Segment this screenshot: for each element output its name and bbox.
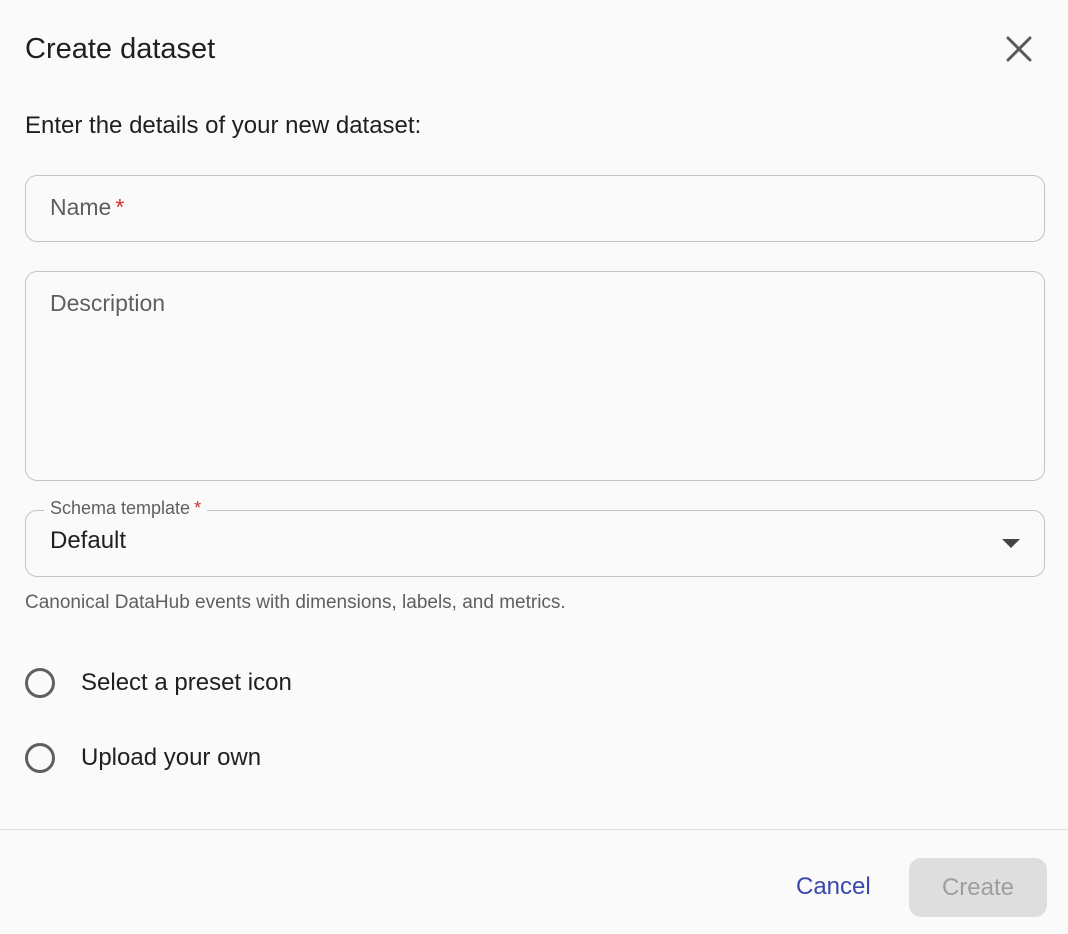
required-marker: * [194,498,202,518]
schema-template-helper: Canonical DataHub events with dimensions… [25,592,566,613]
create-dataset-dialog: Create dataset Enter the details of your… [0,0,1068,934]
radio-unchecked-icon[interactable] [25,668,55,698]
radio-option-preset-icon[interactable]: Select a preset icon [25,668,292,698]
schema-template-value: Default [50,527,127,554]
dialog-title: Create dataset [25,33,216,65]
footer-divider [0,829,1068,830]
radio-unchecked-icon[interactable] [25,743,55,773]
radio-label: Upload your own [81,744,262,771]
schema-template-select[interactable]: Schema template * Default [25,496,1045,577]
radio-label: Select a preset icon [81,669,292,696]
description-field[interactable]: Description [25,271,1045,481]
name-input[interactable] [50,176,1020,240]
cancel-button[interactable]: Cancel [780,858,887,916]
close-button[interactable] [998,28,1040,70]
close-icon [1006,36,1032,62]
name-field[interactable]: Name * [25,175,1045,242]
schema-template-label: Schema template * [44,496,208,520]
radio-option-upload-own[interactable]: Upload your own [25,743,261,773]
create-button[interactable]: Create [909,858,1047,917]
description-input[interactable] [50,290,1020,460]
chevron-down-icon[interactable] [1002,539,1020,548]
dialog-subtitle: Enter the details of your new dataset: [25,112,422,139]
